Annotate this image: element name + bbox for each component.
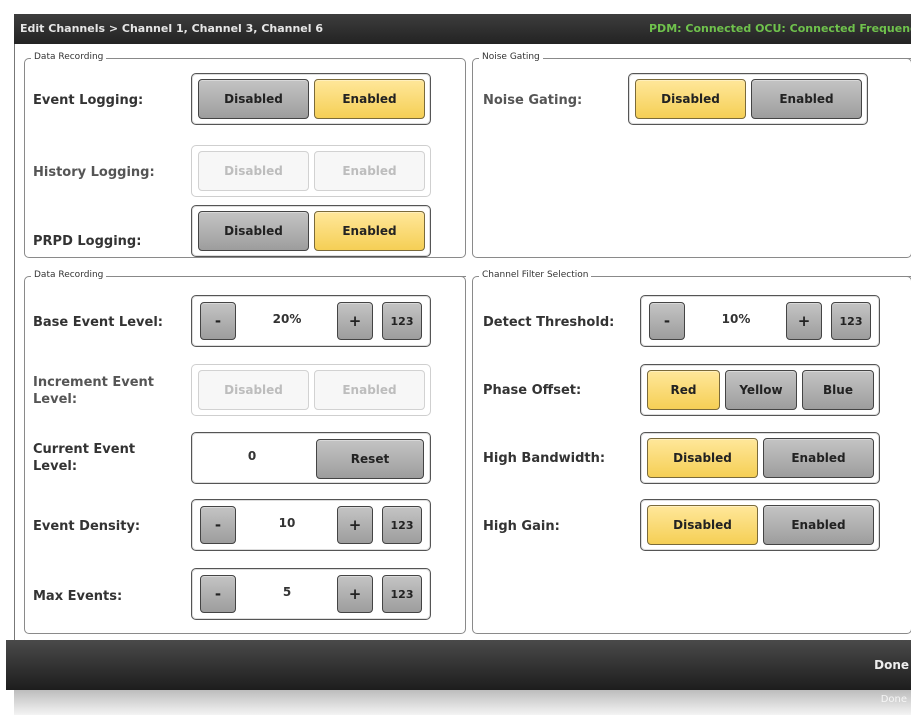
event-density-value: 10 bbox=[278, 516, 296, 530]
high-gain-toggle: Disabled Enabled bbox=[640, 499, 880, 551]
detect-threshold-value: 10% bbox=[721, 312, 751, 326]
base-event-level-decrement-button[interactable]: - bbox=[200, 302, 236, 340]
history-logging-disabled-button[interactable]: Disabled bbox=[198, 151, 309, 191]
event-density-keypad-button[interactable]: 123 bbox=[382, 506, 422, 544]
high-bandwidth-label: High Bandwidth: bbox=[483, 451, 606, 466]
max-events-keypad-button[interactable]: 123 bbox=[382, 575, 422, 613]
panel-title-rule bbox=[619, 276, 911, 277]
prpd-logging-enabled-button[interactable]: Enabled bbox=[314, 211, 425, 251]
base-event-level-label: Base Event Level: bbox=[33, 315, 163, 330]
event-density-label: Event Density: bbox=[33, 519, 141, 534]
base-event-level-stepper: - 20% + 123 bbox=[191, 295, 431, 347]
prpd-logging-label: PRPD Logging: bbox=[33, 234, 142, 249]
breadcrumb: Edit Channels > Channel 1, Channel 3, Ch… bbox=[20, 22, 324, 35]
event-logging-enabled-button[interactable]: Enabled bbox=[314, 79, 425, 119]
reset-button[interactable]: Reset bbox=[316, 439, 424, 479]
high-bandwidth-toggle: Disabled Enabled bbox=[640, 432, 880, 484]
detect-threshold-increment-button[interactable]: + bbox=[786, 302, 822, 340]
increment-event-level-toggle: Disabled Enabled bbox=[191, 364, 431, 416]
title-bar: Edit Channels > Channel 1, Channel 3, Ch… bbox=[14, 14, 911, 44]
event-density-decrement-button[interactable]: - bbox=[200, 506, 236, 544]
panel-title: Noise Gating bbox=[479, 52, 543, 62]
content-area: Data Recording Event Logging: Disabled E… bbox=[14, 44, 911, 640]
increment-event-level-enabled-button[interactable]: Enabled bbox=[314, 370, 425, 410]
bottom-bar-reflection: Done bbox=[14, 690, 911, 715]
detect-threshold-decrement-button[interactable]: - bbox=[649, 302, 685, 340]
prpd-logging-disabled-button[interactable]: Disabled bbox=[198, 211, 309, 251]
high-gain-enabled-button[interactable]: Enabled bbox=[763, 505, 874, 545]
panel-title-rule bbox=[120, 276, 466, 277]
event-logging-toggle: Disabled Enabled bbox=[191, 73, 431, 125]
panel-title-rule bbox=[557, 58, 911, 59]
panel-title-rule bbox=[120, 58, 205, 59]
event-density-stepper: - 10 + 123 bbox=[191, 499, 431, 551]
history-logging-label: History Logging: bbox=[33, 165, 155, 180]
high-bandwidth-disabled-button[interactable]: Disabled bbox=[647, 438, 758, 478]
phase-offset-selector: Red Yellow Blue bbox=[640, 364, 880, 416]
phase-offset-label: Phase Offset: bbox=[483, 383, 582, 398]
detect-threshold-label: Detect Threshold: bbox=[483, 315, 615, 330]
max-events-decrement-button[interactable]: - bbox=[200, 575, 236, 613]
panel-title: Data Recording bbox=[31, 270, 107, 280]
detect-threshold-keypad-button[interactable]: 123 bbox=[831, 302, 871, 340]
history-logging-enabled-button[interactable]: Enabled bbox=[314, 151, 425, 191]
connection-status: PDM: Connected OCU: Connected Frequency:… bbox=[649, 22, 911, 35]
high-gain-disabled-button[interactable]: Disabled bbox=[647, 505, 758, 545]
base-event-level-value: 20% bbox=[272, 312, 302, 326]
max-events-increment-button[interactable]: + bbox=[337, 575, 373, 613]
panel-title: Data Recording bbox=[31, 52, 107, 62]
phase-offset-yellow-button[interactable]: Yellow bbox=[725, 370, 797, 410]
noise-gating-toggle: Disabled Enabled bbox=[628, 73, 868, 125]
bottom-bar: Done bbox=[6, 640, 911, 690]
increment-event-level-label: Increment Event Level: bbox=[33, 375, 155, 407]
current-event-level-label: Current Event Level: bbox=[33, 442, 136, 474]
panel-title: Channel Filter Selection bbox=[479, 270, 592, 280]
current-event-level-control: 0 Reset bbox=[191, 432, 431, 484]
phase-offset-red-button[interactable]: Red bbox=[647, 370, 720, 410]
reflection-text: Done bbox=[880, 694, 907, 705]
increment-event-level-disabled-button[interactable]: Disabled bbox=[198, 370, 309, 410]
noise-gating-disabled-button[interactable]: Disabled bbox=[635, 79, 746, 119]
phase-offset-blue-button[interactable]: Blue bbox=[802, 370, 874, 410]
event-logging-label: Event Logging: bbox=[33, 93, 144, 108]
prpd-logging-toggle: Disabled Enabled bbox=[191, 205, 431, 257]
event-level-panel: Data Recording Base Event Level: - 20% +… bbox=[24, 270, 466, 634]
current-event-level-value: 0 bbox=[247, 449, 257, 463]
noise-gating-panel: Noise Gating Noise Gating: Disabled Enab… bbox=[472, 52, 911, 258]
max-events-label: Max Events: bbox=[33, 589, 123, 604]
settings-window: Edit Channels > Channel 1, Channel 3, Ch… bbox=[0, 0, 911, 715]
noise-gating-label: Noise Gating: bbox=[483, 93, 583, 108]
high-bandwidth-enabled-button[interactable]: Enabled bbox=[763, 438, 874, 478]
data-recording-panel: Data Recording Event Logging: Disabled E… bbox=[24, 52, 466, 258]
history-logging-toggle: Disabled Enabled bbox=[191, 145, 431, 197]
detect-threshold-stepper: - 10% + 123 bbox=[640, 295, 880, 347]
base-event-level-increment-button[interactable]: + bbox=[337, 302, 373, 340]
high-gain-label: High Gain: bbox=[483, 519, 560, 534]
event-density-increment-button[interactable]: + bbox=[337, 506, 373, 544]
done-button[interactable]: Done bbox=[874, 658, 909, 672]
channel-filter-panel: Channel Filter Selection Detect Threshol… bbox=[472, 270, 911, 634]
max-events-stepper: - 5 + 123 bbox=[191, 568, 431, 620]
event-logging-disabled-button[interactable]: Disabled bbox=[198, 79, 309, 119]
noise-gating-enabled-button[interactable]: Enabled bbox=[751, 79, 862, 119]
base-event-level-keypad-button[interactable]: 123 bbox=[382, 302, 422, 340]
max-events-value: 5 bbox=[282, 585, 292, 599]
